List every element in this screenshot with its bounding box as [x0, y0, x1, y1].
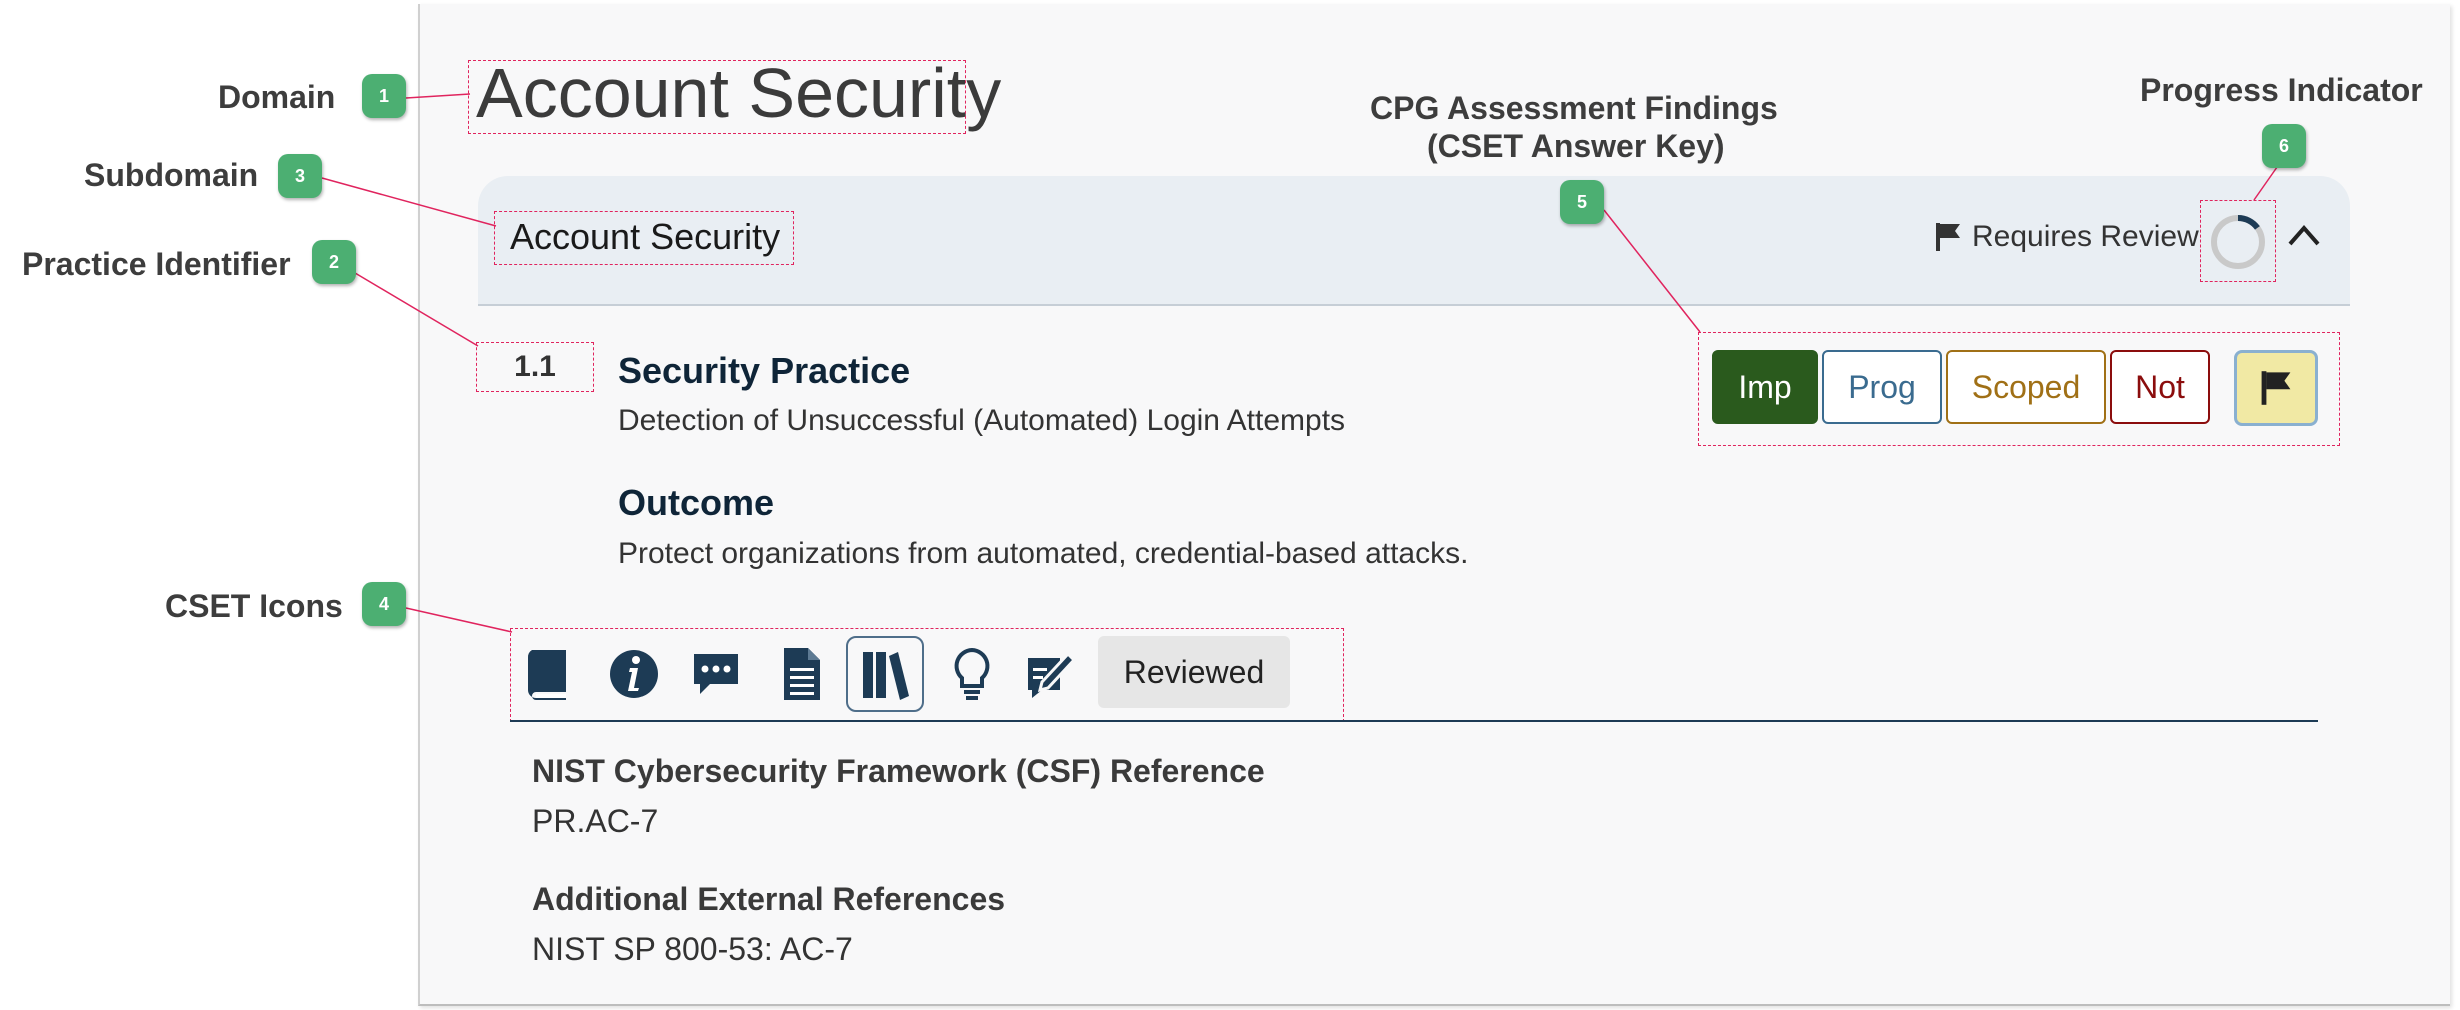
in-progress-button[interactable]: Prog — [1822, 350, 1942, 424]
implemented-button[interactable]: Imp — [1712, 350, 1818, 424]
progress-highlight-box — [2200, 200, 2276, 282]
annotation-badge-1: 1 — [362, 74, 406, 118]
annotation-label-cset-icons: CSET Icons — [165, 588, 343, 624]
observation-icon[interactable] — [1018, 636, 1082, 712]
reviewed-button[interactable]: Reviewed — [1098, 636, 1290, 708]
annotation-badge-2: 2 — [312, 240, 356, 284]
annotation-label-practice-identifier: Practice Identifier — [22, 246, 291, 282]
info-icon[interactable] — [602, 636, 666, 712]
chevron-up-icon[interactable] — [2284, 220, 2324, 250]
requires-review-label: Requires Review — [1972, 220, 2199, 253]
outcome-text: Protect organizations from automated, cr… — [618, 537, 1469, 570]
lightbulb-icon[interactable] — [940, 636, 1004, 712]
csf-reference-value: PR.AC-7 — [532, 803, 659, 839]
flag-for-review-button[interactable] — [2234, 350, 2318, 426]
practice-identifier: 1.1 — [476, 342, 594, 392]
not-implemented-button[interactable]: Not — [2110, 350, 2210, 424]
outcome-heading: Outcome — [618, 482, 775, 523]
annotation-label-subdomain: Subdomain — [84, 157, 259, 193]
subdomain-highlight-box — [494, 211, 794, 265]
external-references-value: NIST SP 800-53: AC-7 — [532, 931, 853, 967]
comments-icon[interactable] — [684, 636, 748, 712]
annotation-label-progress-indicator: Progress Indicator — [2140, 72, 2423, 108]
flag-icon — [1936, 223, 1960, 251]
flag-icon — [2261, 371, 2291, 405]
annotation-badge-3: 3 — [278, 154, 322, 198]
book-icon[interactable] — [516, 636, 580, 712]
library-icon[interactable] — [846, 636, 924, 712]
security-practice-text: Detection of Unsuccessful (Automated) Lo… — [618, 404, 1346, 437]
annotation-label-answer-key-line1: CPG Assessment Findings — [1370, 90, 1778, 126]
annotation-badge-4: 4 — [362, 582, 406, 626]
annotation-badge-5: 5 — [1560, 180, 1604, 224]
security-practice-heading: Security Practice — [618, 350, 911, 391]
document-icon[interactable] — [770, 636, 834, 712]
annotation-label-answer-key-line2: (CSET Answer Key) — [1427, 128, 1725, 164]
external-references-heading: Additional External References — [532, 881, 1006, 917]
annotation-label-domain: Domain — [218, 79, 336, 115]
scoped-button[interactable]: Scoped — [1946, 350, 2106, 424]
annotation-badge-6: 6 — [2262, 124, 2306, 168]
csf-reference-heading: NIST Cybersecurity Framework (CSF) Refer… — [532, 753, 1265, 789]
domain-highlight-box — [468, 60, 966, 134]
divider — [510, 720, 2318, 722]
